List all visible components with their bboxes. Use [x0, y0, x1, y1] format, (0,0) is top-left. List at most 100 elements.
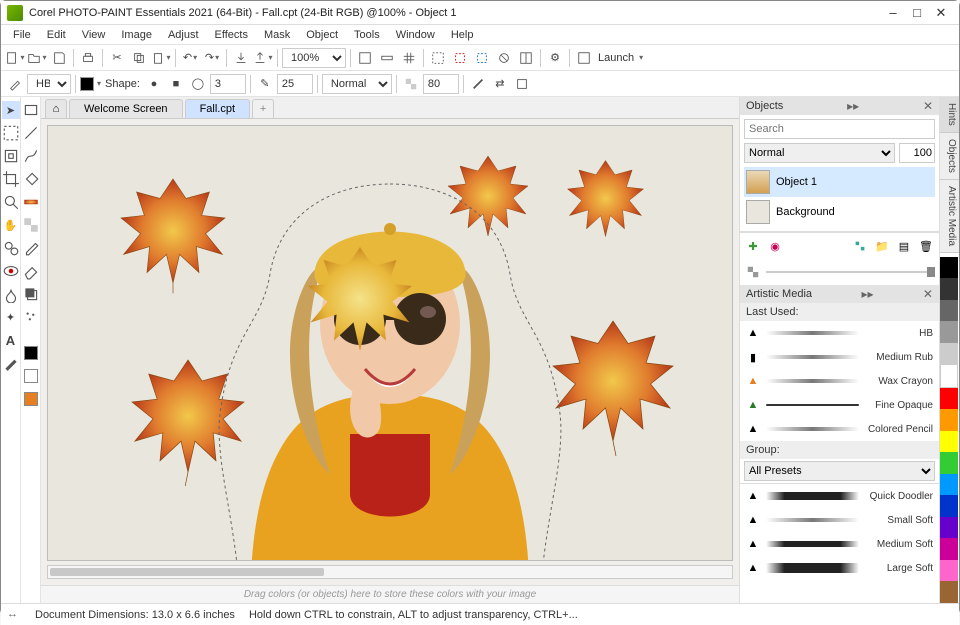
panel-menu-icon[interactable]: ▸▸ [847, 99, 859, 113]
layer-blend-select[interactable]: Normal [744, 143, 895, 163]
save-icon[interactable] [49, 48, 69, 68]
palette-swatch[interactable] [940, 278, 958, 300]
brush-row[interactable]: ▲HB [740, 321, 939, 345]
text-tool-icon[interactable]: A [2, 331, 20, 349]
rectangle-tool-icon[interactable] [22, 101, 40, 119]
palette-swatch[interactable] [940, 495, 958, 517]
palette-swatch[interactable] [940, 431, 958, 453]
menu-mask[interactable]: Mask [256, 27, 298, 43]
line-tool-icon[interactable] [22, 124, 40, 142]
menu-effects[interactable]: Effects [207, 27, 256, 43]
rulers-icon[interactable] [377, 48, 397, 68]
eyedropper-tool-icon[interactable] [22, 239, 40, 257]
bg-color-swatch[interactable] [22, 367, 40, 385]
brush-row[interactable]: ▲Colored Pencil [740, 417, 939, 441]
transparency-tool-icon[interactable] [22, 216, 40, 234]
palette-swatch[interactable] [940, 364, 958, 388]
vert-tab-artistic[interactable]: Artistic Media [940, 180, 959, 253]
menu-image[interactable]: Image [113, 27, 160, 43]
clear-mask-icon[interactable] [494, 48, 514, 68]
delete-layer-icon[interactable]: 🗑 [917, 237, 935, 255]
palette-swatch[interactable] [940, 560, 958, 582]
undo-icon[interactable]: ↶▾ [180, 48, 200, 68]
tab-document[interactable]: Fall.cpt [185, 99, 250, 118]
palette-swatch[interactable] [940, 517, 958, 539]
object-marquee-icon[interactable] [472, 48, 492, 68]
redo-icon[interactable]: ↷▾ [202, 48, 222, 68]
options-icon[interactable]: ⚙ [545, 48, 565, 68]
layer-item[interactable]: Background [744, 197, 935, 227]
menu-adjust[interactable]: Adjust [160, 27, 207, 43]
new-object-icon[interactable]: ✚ [744, 237, 762, 255]
checker-icon[interactable] [744, 263, 762, 281]
brush-row[interactable]: ▲Small Soft [740, 508, 939, 532]
copy-icon[interactable] [129, 48, 149, 68]
print-icon[interactable] [78, 48, 98, 68]
palette-swatch[interactable] [940, 452, 958, 474]
merge-source-icon[interactable] [512, 74, 532, 94]
layer-item[interactable]: Object 1 [744, 167, 935, 197]
canvas[interactable] [47, 125, 733, 561]
import-icon[interactable] [231, 48, 251, 68]
effect-tool-icon[interactable]: ✦ [2, 308, 20, 326]
zoom-select[interactable]: 100% [282, 48, 346, 68]
shape-square-icon[interactable]: ■ [166, 74, 186, 94]
panel-menu-icon[interactable]: ▸▸ [861, 287, 873, 301]
canvas-viewport[interactable] [41, 119, 739, 585]
close-button[interactable]: ✕ [929, 4, 953, 22]
palette-swatch[interactable] [940, 300, 958, 322]
menu-object[interactable]: Object [298, 27, 346, 43]
vert-tab-objects[interactable]: Objects [940, 133, 959, 180]
maximize-button[interactable]: □ [905, 4, 929, 22]
launch-app-icon[interactable] [574, 48, 594, 68]
person-object[interactable] [200, 174, 580, 561]
menu-help[interactable]: Help [443, 27, 482, 43]
brush-row[interactable]: ▲Fine Opaque [740, 393, 939, 417]
paint-tool-icon[interactable] [2, 354, 20, 372]
redeye-tool-icon[interactable] [2, 262, 20, 280]
nib-size-input[interactable] [277, 74, 313, 94]
opacity-input[interactable] [423, 74, 459, 94]
menu-window[interactable]: Window [388, 27, 443, 43]
brush-preset-select[interactable]: HB [27, 74, 71, 94]
nib-icon[interactable]: ✎ [255, 74, 275, 94]
horizontal-scrollbar[interactable] [47, 565, 733, 579]
mask-transform-tool-icon[interactable] [2, 147, 20, 165]
brush-group-select[interactable]: All Presets [744, 461, 935, 481]
palette-swatch[interactable] [940, 581, 958, 603]
brush-row[interactable]: ▲Large Soft [740, 556, 939, 580]
tab-welcome[interactable]: Welcome Screen [69, 99, 183, 118]
group-layers-icon[interactable]: 📁 [873, 237, 891, 255]
palette-swatch[interactable] [940, 321, 958, 343]
menu-edit[interactable]: Edit [39, 27, 74, 43]
mask-overlay-icon[interactable] [428, 48, 448, 68]
document-palette-tray[interactable]: Drag colors (or objects) here to store t… [41, 585, 739, 603]
open-icon[interactable]: ▾ [27, 48, 47, 68]
grid-icon[interactable] [399, 48, 419, 68]
new-lens-icon[interactable]: ◉ [766, 237, 784, 255]
home-tab-icon[interactable]: ⌂ [45, 99, 67, 118]
zoom-tool-icon[interactable] [2, 193, 20, 211]
menu-tools[interactable]: Tools [346, 27, 388, 43]
brush-row[interactable]: ▲Wax Crayon [740, 369, 939, 393]
palette-swatch[interactable] [940, 409, 958, 431]
new-tab-button[interactable]: + [252, 99, 274, 118]
accumulate-icon[interactable]: ⇄ [490, 74, 510, 94]
stroke-width-input[interactable] [210, 74, 246, 94]
blend-mode-select[interactable]: Normal [322, 74, 392, 94]
shape-round-icon[interactable]: ● [144, 74, 164, 94]
vert-tab-hints[interactable]: Hints [940, 97, 959, 133]
liquid-tool-icon[interactable] [2, 285, 20, 303]
invert-mask-icon[interactable] [516, 48, 536, 68]
export-icon[interactable]: ▾ [253, 48, 273, 68]
fill-color-swatch[interactable] [22, 390, 40, 408]
pan-tool-icon[interactable]: ✋ [2, 216, 20, 234]
dropshadow-tool-icon[interactable] [22, 285, 40, 303]
fullscreen-icon[interactable] [355, 48, 375, 68]
new-icon[interactable]: ▾ [5, 48, 25, 68]
cut-icon[interactable]: ✂ [107, 48, 127, 68]
anti-alias-icon[interactable] [468, 74, 488, 94]
menu-view[interactable]: View [74, 27, 114, 43]
menu-file[interactable]: File [5, 27, 39, 43]
palette-swatch[interactable] [940, 474, 958, 496]
